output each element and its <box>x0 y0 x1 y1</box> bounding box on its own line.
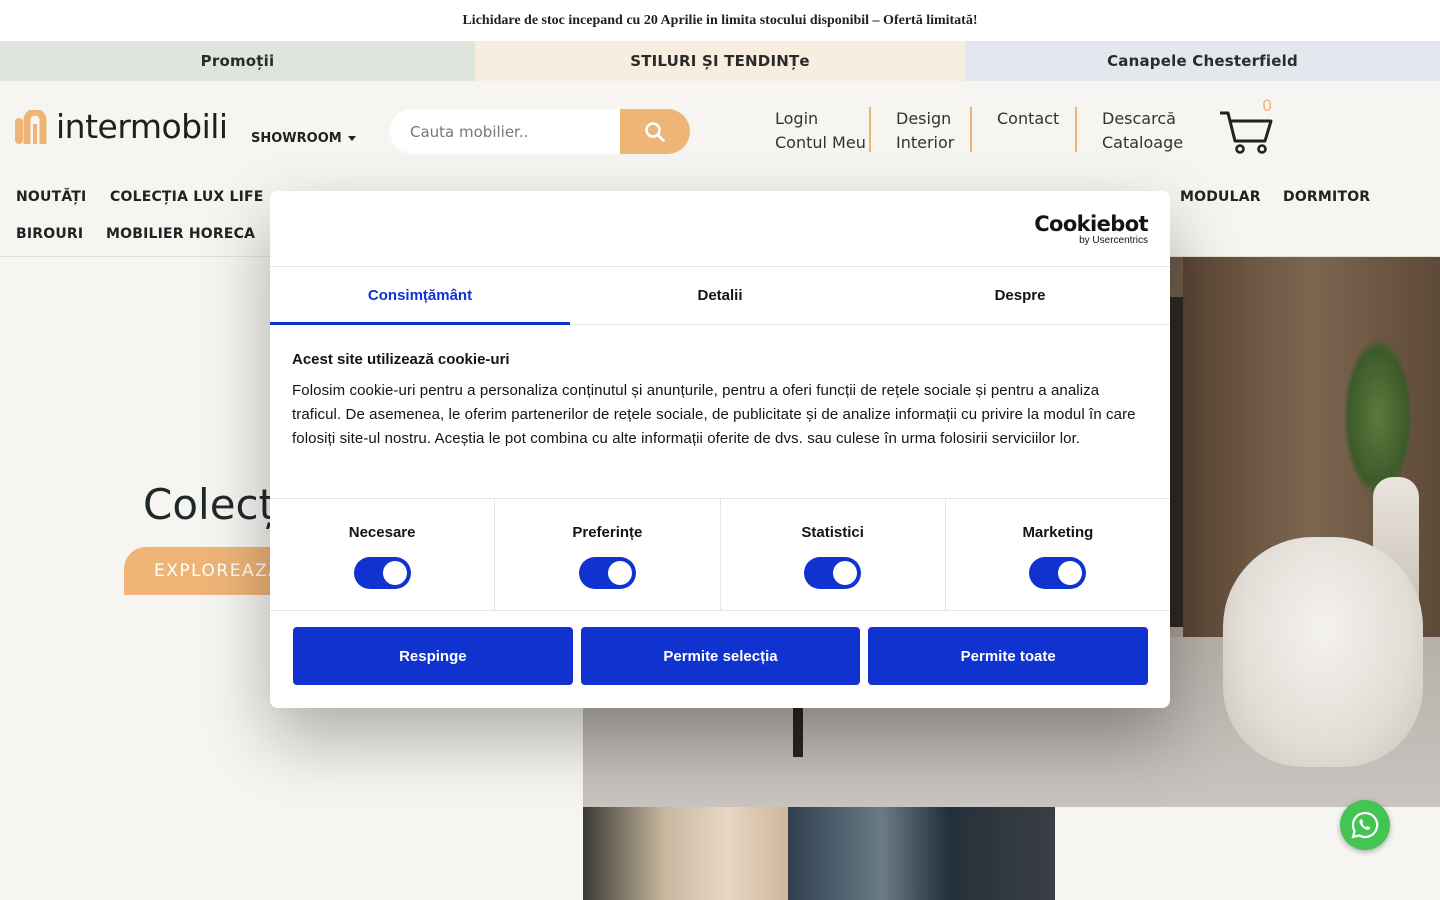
cookie-dialog-body: Acest site utilizează cookie-uri Folosim… <box>270 325 1170 499</box>
promo-link-chesterfield[interactable]: Canapele Chesterfield <box>965 41 1440 81</box>
tab-consimtamant[interactable]: Consimțământ <box>270 267 570 325</box>
cookie-buttons: Respinge Permite selecția Permite toate <box>270 611 1170 685</box>
announcement-bar: Lichidare de stoc incepand cu 20 Aprilie… <box>0 0 1440 41</box>
search-input[interactable] <box>390 109 620 154</box>
divider <box>869 107 871 152</box>
logo-text: intermobili <box>56 107 228 146</box>
account-label: Contul Meu <box>775 133 866 152</box>
tab-despre[interactable]: Despre <box>870 267 1170 324</box>
cookie-tabs: Consimțământ Detalii Despre <box>270 267 1170 325</box>
nav-colectia-lux-life[interactable]: COLECȚIA LUX LIFE <box>110 189 264 205</box>
nav-birouri[interactable]: BIROURI <box>16 226 83 242</box>
plant-image-part <box>1343 337 1413 497</box>
toggle-necesare[interactable] <box>353 557 411 589</box>
hero-title: Colecți <box>143 480 287 529</box>
design-label: Design <box>896 109 952 128</box>
nav-dormitor[interactable]: DORMITOR <box>1283 189 1370 205</box>
contact-link[interactable]: Contact <box>997 107 1059 131</box>
whatsapp-button[interactable] <box>1340 800 1390 850</box>
promo-link-stiluri[interactable]: STILURI ȘI TENDINȚe <box>475 41 965 81</box>
toggle-label-necesare: Necesare <box>348 524 416 541</box>
showroom-dropdown[interactable]: SHOWROOM <box>251 131 356 146</box>
announcement-text: Lichidare de stoc incepand cu 20 Aprilie… <box>462 12 978 28</box>
catalog-label-1: Descarcă <box>1102 109 1176 128</box>
search-button[interactable] <box>620 109 690 154</box>
contact-label: Contact <box>997 109 1060 128</box>
nav-modular[interactable]: MODULAR <box>1180 189 1261 205</box>
logo[interactable]: intermobili <box>14 107 228 146</box>
nav-noutati[interactable]: NOUTĂȚI <box>16 189 86 205</box>
cookie-toggles: Necesare Preferințe Statistici Marketing <box>270 499 1170 611</box>
cookie-dialog-header: Cookiebot by Usercentrics <box>270 191 1170 267</box>
toggle-group-marketing: Marketing <box>946 499 1170 610</box>
cookiebot-logo-subtext: by Usercentrics <box>1079 235 1148 246</box>
cart-count: 0 <box>1262 96 1273 115</box>
login-label: Login <box>775 109 819 128</box>
toggle-marketing[interactable] <box>1029 557 1087 589</box>
cookiebot-logo: Cookiebot by Usercentrics <box>1034 213 1148 247</box>
tab-detalii[interactable]: Detalii <box>570 267 870 324</box>
promo-bar: Promoții STILURI ȘI TENDINȚe Canapele Ch… <box>0 41 1440 81</box>
cookie-heading: Acest site utilizează cookie-uri <box>292 351 510 368</box>
allow-all-button[interactable]: Permite toate <box>868 627 1149 685</box>
interior-label: Interior <box>896 133 955 152</box>
cookie-description: Folosim cookie-uri pentru a personaliza … <box>292 382 1136 447</box>
toggle-statistici[interactable] <box>804 557 862 589</box>
chair-image-part <box>1223 537 1423 767</box>
login-link[interactable]: Login Contul Meu <box>775 107 866 155</box>
promo-link-promotii[interactable]: Promoții <box>0 41 475 81</box>
toggle-group-statistici: Statistici <box>721 499 946 610</box>
toggle-label-statistici: Statistici <box>801 524 864 541</box>
logo-mark-icon <box>15 109 47 144</box>
toggle-preferinte[interactable] <box>578 557 636 589</box>
toggle-group-necesare: Necesare <box>270 499 496 610</box>
search-icon <box>645 121 665 142</box>
cookiebot-logo-text: Cookiebot <box>1034 212 1148 236</box>
catalog-link[interactable]: Descarcă Cataloage <box>1102 107 1183 155</box>
chevron-down-icon <box>347 136 356 141</box>
toggle-label-preferinte: Preferințe <box>572 524 643 541</box>
toggle-group-preferinte: Preferințe <box>495 499 721 610</box>
catalog-label-2: Cataloage <box>1102 133 1184 152</box>
product-image-vases <box>583 807 788 900</box>
divider <box>970 107 972 152</box>
whatsapp-icon <box>1351 811 1379 839</box>
toggle-label-marketing: Marketing <box>1022 524 1094 541</box>
reject-button[interactable]: Respinge <box>293 627 573 685</box>
search-box <box>390 109 690 154</box>
divider <box>1075 107 1077 152</box>
showroom-label: SHOWROOM <box>251 131 342 146</box>
product-image-marble <box>788 807 1055 900</box>
allow-selection-button[interactable]: Permite selecția <box>580 627 861 685</box>
cookie-consent-dialog: Cookiebot by Usercentrics Consimțământ D… <box>270 191 1170 708</box>
design-interior-link[interactable]: Design Interior <box>896 107 954 155</box>
nav-mobilier-horeca[interactable]: MOBILIER HORECA <box>106 226 255 242</box>
